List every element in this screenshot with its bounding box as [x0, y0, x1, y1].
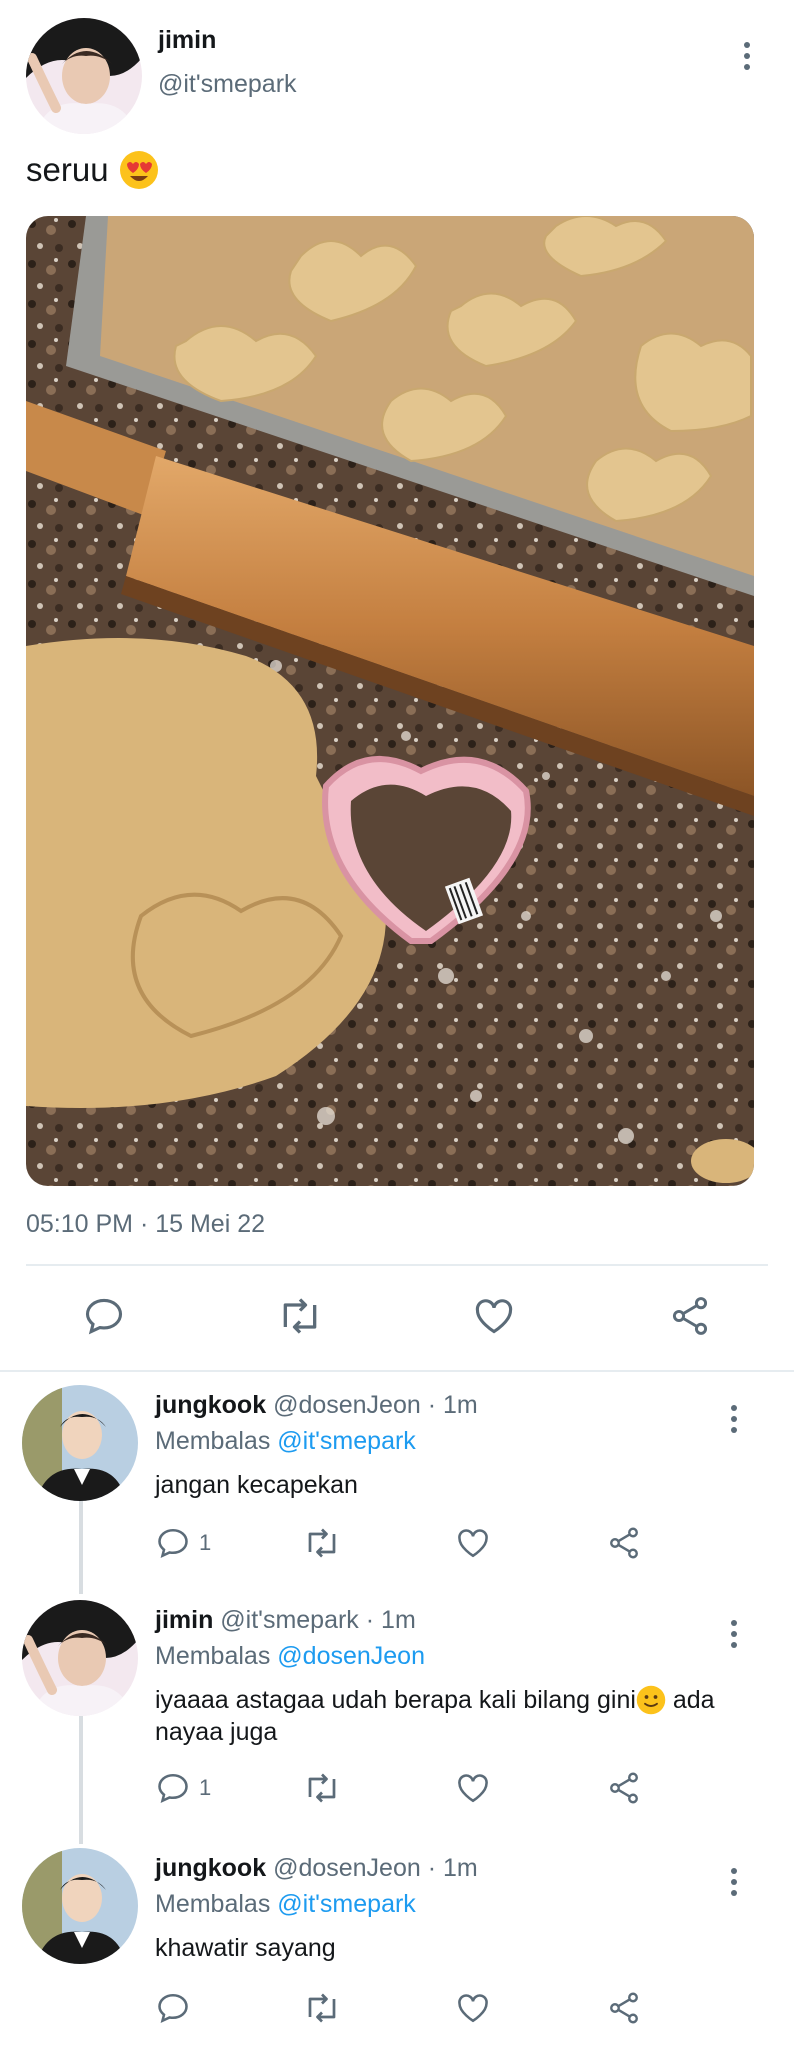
reply-button[interactable]: 1 [155, 1770, 211, 1806]
reply-author-name[interactable]: jimin [155, 1606, 213, 1634]
avatar[interactable] [22, 1600, 138, 1716]
retweet-button[interactable] [302, 1770, 342, 1806]
retweet-button[interactable] [302, 1525, 342, 1561]
thread-line [79, 1716, 83, 1844]
reply-button[interactable] [82, 1294, 126, 1338]
reply-button[interactable]: 1 [155, 1525, 211, 1561]
reply-header: jungkook @dosenJeon · 1m [155, 1854, 478, 1883]
retweet-icon [283, 1298, 317, 1334]
reply-author-handle[interactable]: @it'smepark [220, 1606, 359, 1634]
reply-text-line1-after: ada [665, 1686, 715, 1714]
tweet-text: seruu [26, 150, 159, 190]
reply-button[interactable] [155, 1990, 199, 2026]
replying-to: Membalas @dosenJeon [155, 1642, 425, 1671]
reply-count: 1 [199, 1775, 212, 1800]
author-name[interactable]: jimin [158, 26, 216, 55]
reply-count: 1 [199, 1530, 212, 1555]
tweet-timestamp: 05:10 PM · 15 Mei 22 [26, 1210, 266, 1238]
like-button[interactable] [455, 1990, 491, 2026]
avatar[interactable] [22, 1848, 138, 1964]
like-button[interactable] [455, 1525, 491, 1561]
reply-time: 1m [381, 1606, 416, 1634]
replying-to: Membalas @it'smepark [155, 1890, 416, 1919]
heart-eyes-emoji-icon [119, 151, 158, 189]
reply-author-name[interactable]: jungkook [155, 1391, 266, 1419]
tweet-actions [0, 1290, 794, 1342]
share-icon [672, 1297, 708, 1335]
mention-link[interactable]: @dosenJeon [277, 1642, 425, 1670]
reply-icon [85, 1298, 123, 1335]
reply-text-line1: iyaaaa astagaa udah berapa kali bilang g… [155, 1686, 636, 1714]
share-button[interactable] [606, 1525, 642, 1561]
avatar[interactable] [22, 1385, 138, 1501]
more-vertical-icon[interactable] [741, 42, 753, 70]
share-button[interactable] [606, 1770, 642, 1806]
replying-to: Membalas @it'smepark [155, 1427, 416, 1456]
retweet-button[interactable] [302, 1990, 342, 2026]
smile-emoji-icon [636, 1685, 666, 1715]
tweet-photo[interactable] [26, 216, 754, 1186]
retweet-icon [308, 1773, 336, 1803]
more-vertical-icon[interactable] [728, 1868, 740, 1896]
divider [0, 1370, 794, 1372]
replying-prefix: Membalas [155, 1642, 271, 1670]
share-button[interactable] [606, 1990, 642, 2026]
separator-dot: · [427, 1854, 437, 1882]
reply-icon [158, 1528, 188, 1559]
heart-icon [458, 1994, 488, 2023]
like-button[interactable] [455, 1770, 491, 1806]
share-icon [610, 1992, 638, 2024]
retweet-icon [308, 1528, 336, 1558]
reply-icon [158, 1993, 188, 2024]
heart-icon [458, 1529, 488, 1558]
mention-link[interactable]: @it'smepark [277, 1427, 416, 1455]
tweet-text-content: seruu [26, 151, 109, 188]
author-handle[interactable]: @it'smepark [158, 70, 297, 99]
reply-icon [158, 1773, 188, 1804]
retweet-button[interactable] [276, 1294, 324, 1338]
reply-header: jimin @it'smepark · 1m [155, 1606, 416, 1635]
reply-text: jangan kecapekan [155, 1471, 358, 1499]
more-vertical-icon[interactable] [728, 1405, 740, 1433]
heart-icon [458, 1774, 488, 1803]
reply-time: 1m [443, 1854, 478, 1882]
reply-time: 1m [443, 1391, 478, 1419]
share-icon [610, 1527, 638, 1559]
reply-header: jungkook @dosenJeon · 1m [155, 1391, 478, 1420]
reply-author-handle[interactable]: @dosenJeon [273, 1391, 421, 1419]
author-avatar[interactable] [26, 18, 142, 134]
heart-icon [475, 1299, 513, 1334]
thread-line [79, 1500, 83, 1594]
reply-text: khawatir sayang [155, 1934, 336, 1962]
retweet-icon [308, 1993, 336, 2023]
replying-prefix: Membalas [155, 1427, 271, 1455]
separator-dot: · [427, 1391, 437, 1419]
replying-prefix: Membalas [155, 1890, 271, 1918]
like-button[interactable] [472, 1294, 516, 1338]
separator-dot: · [365, 1606, 375, 1634]
reply-author-handle[interactable]: @dosenJeon [273, 1854, 421, 1882]
reply-author-name[interactable]: jungkook [155, 1854, 266, 1882]
divider [26, 1264, 768, 1266]
share-icon [610, 1772, 638, 1804]
mention-link[interactable]: @it'smepark [277, 1890, 416, 1918]
reply-text: iyaaaa astagaa udah berapa kali bilang g… [155, 1684, 755, 1748]
more-vertical-icon[interactable] [728, 1620, 740, 1648]
share-button[interactable] [668, 1294, 712, 1338]
reply-text-line2: nayaa juga [155, 1718, 278, 1746]
